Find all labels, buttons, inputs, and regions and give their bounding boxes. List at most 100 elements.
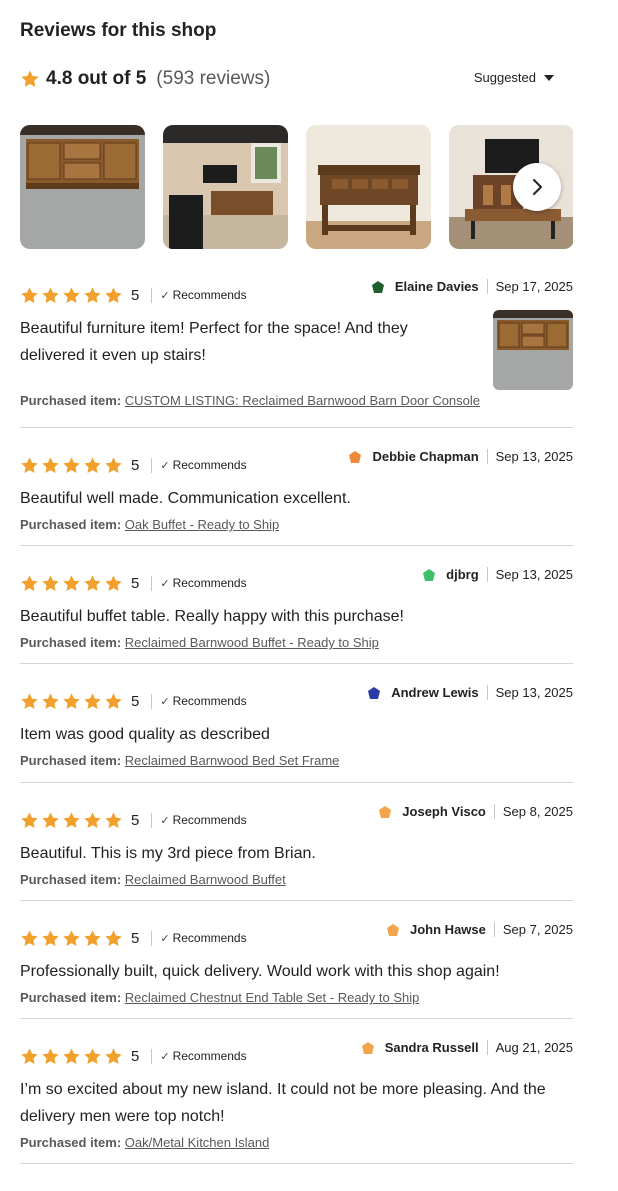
recommends-badge: ✓ Recommends bbox=[160, 1049, 246, 1063]
review-text: Professionally built, quick delivery. Wo… bbox=[20, 963, 500, 980]
reviewer-name[interactable]: Debbie Chapman bbox=[372, 449, 478, 464]
divider bbox=[486, 567, 488, 582]
review-item: 5 ✓ Recommends djbrg Sep 13, 2025 Beauti… bbox=[20, 567, 573, 664]
review-date: Sep 7, 2025 bbox=[502, 922, 573, 937]
star-rating bbox=[20, 811, 123, 830]
living-room-photo[interactable] bbox=[163, 125, 288, 249]
star-value: 5 bbox=[131, 1047, 140, 1065]
star-icon bbox=[62, 692, 81, 711]
divider bbox=[151, 693, 153, 709]
check-icon: ✓ bbox=[160, 1050, 170, 1063]
review-item: 5 ✓ Recommends Elaine Davies Sep 17, 202… bbox=[20, 279, 573, 428]
star-rating bbox=[20, 574, 123, 593]
reviewer-info: Debbie Chapman Sep 13, 2025 bbox=[348, 449, 573, 464]
check-icon: ✓ bbox=[160, 695, 170, 708]
reviewer-name[interactable]: John Hawse bbox=[410, 922, 486, 937]
review-header: 5 ✓ Recommends djbrg Sep 13, 2025 bbox=[20, 567, 573, 594]
star-icon bbox=[41, 574, 60, 593]
review-date: Sep 17, 2025 bbox=[495, 279, 573, 294]
page-title: Reviews for this shop bbox=[20, 20, 217, 41]
review-date: Sep 13, 2025 bbox=[495, 449, 573, 464]
star-icon bbox=[104, 286, 123, 305]
reviewer-name[interactable]: djbrg bbox=[446, 567, 479, 582]
review-photo[interactable] bbox=[493, 310, 573, 390]
recommends-label: Recommends bbox=[172, 458, 247, 472]
star-icon bbox=[41, 811, 60, 830]
purchased-item-link[interactable]: Reclaimed Chestnut End Table Set - Ready… bbox=[125, 990, 420, 1005]
sort-label: Suggested bbox=[473, 70, 536, 85]
avatar[interactable] bbox=[422, 568, 436, 582]
purchased-label: Purchased item: bbox=[20, 393, 122, 408]
purchased-label: Purchased item: bbox=[20, 635, 122, 650]
chevron-right-icon bbox=[533, 179, 542, 195]
review-item: 5 ✓ Recommends Debbie Chapman Sep 13, 20… bbox=[20, 449, 573, 546]
recommends-label: Recommends bbox=[172, 694, 247, 708]
reviewer-name[interactable]: Andrew Lewis bbox=[391, 685, 478, 700]
recommends-badge: ✓ Recommends bbox=[160, 931, 246, 945]
purchased-item-link[interactable]: Oak/Metal Kitchen Island bbox=[125, 1135, 270, 1150]
purchased-item-link[interactable]: Reclaimed Barnwood Bed Set Frame bbox=[125, 753, 340, 768]
recommends-label: Recommends bbox=[172, 813, 247, 827]
review-item: 5 ✓ Recommends John Hawse Sep 7, 2025 Pr… bbox=[20, 922, 573, 1019]
reviewer-name[interactable]: Sandra Russell bbox=[385, 1040, 479, 1055]
review-item: 5 ✓ Recommends Joseph Visco Sep 8, 2025 … bbox=[20, 804, 573, 901]
star-icon bbox=[104, 811, 123, 830]
purchased-item-link[interactable]: Reclaimed Barnwood Buffet bbox=[125, 872, 286, 887]
avatar[interactable] bbox=[361, 1041, 375, 1055]
purchased-label: Purchased item: bbox=[20, 517, 122, 532]
purchased-label: Purchased item: bbox=[20, 990, 122, 1005]
star-icon bbox=[62, 286, 81, 305]
recommends-badge: ✓ Recommends bbox=[160, 694, 246, 708]
recommends-label: Recommends bbox=[172, 576, 247, 590]
avatar[interactable] bbox=[367, 686, 381, 700]
purchased-item-link[interactable]: Reclaimed Barnwood Buffet - Ready to Shi… bbox=[125, 635, 379, 650]
review-date: Sep 13, 2025 bbox=[495, 567, 573, 582]
reviewer-info: djbrg Sep 13, 2025 bbox=[422, 567, 573, 582]
divider bbox=[493, 804, 495, 819]
review-date: Sep 13, 2025 bbox=[495, 685, 573, 700]
star-icon bbox=[20, 1047, 39, 1066]
star-icon bbox=[83, 1047, 102, 1066]
reviewer-info: Joseph Visco Sep 8, 2025 bbox=[378, 804, 573, 819]
sort-dropdown[interactable]: Suggested bbox=[474, 70, 554, 85]
star-icon bbox=[20, 456, 39, 475]
reviewer-name[interactable]: Elaine Davies bbox=[395, 279, 479, 294]
table-photo[interactable] bbox=[306, 125, 431, 249]
reviewer-info: Sandra Russell Aug 21, 2025 bbox=[361, 1040, 573, 1055]
next-photos-button[interactable] bbox=[513, 163, 561, 211]
star-icon bbox=[62, 929, 81, 948]
star-rating bbox=[20, 286, 123, 305]
purchased-item: Purchased item: Reclaimed Barnwood Buffe… bbox=[20, 635, 573, 650]
divider bbox=[486, 449, 488, 464]
avatar[interactable] bbox=[386, 923, 400, 937]
review-header: 5 ✓ Recommends Sandra Russell Aug 21, 20… bbox=[20, 1040, 573, 1067]
star-icon bbox=[62, 811, 81, 830]
divider bbox=[486, 279, 488, 294]
reviewer-info: Andrew Lewis Sep 13, 2025 bbox=[367, 685, 573, 700]
purchased-item-link[interactable]: CUSTOM LISTING: Reclaimed Barnwood Barn … bbox=[125, 393, 480, 408]
star-icon bbox=[83, 929, 102, 948]
review-date: Aug 21, 2025 bbox=[495, 1040, 573, 1055]
star-value: 5 bbox=[131, 286, 140, 304]
review-header: 5 ✓ Recommends Joseph Visco Sep 8, 2025 bbox=[20, 804, 573, 831]
avatar[interactable] bbox=[348, 450, 362, 464]
review-header: 5 ✓ Recommends Andrew Lewis Sep 13, 2025 bbox=[20, 685, 573, 712]
star-icon bbox=[41, 929, 60, 948]
review-text: Beautiful well made. Communication excel… bbox=[20, 490, 351, 507]
divider bbox=[151, 457, 153, 473]
star-icon bbox=[83, 692, 102, 711]
review-header: 5 ✓ Recommends Elaine Davies Sep 17, 202… bbox=[20, 279, 573, 306]
check-icon: ✓ bbox=[160, 459, 170, 472]
reviewer-name[interactable]: Joseph Visco bbox=[402, 804, 486, 819]
recommends-label: Recommends bbox=[172, 288, 247, 302]
star-icon bbox=[83, 456, 102, 475]
avatar[interactable] bbox=[378, 805, 392, 819]
purchased-item-link[interactable]: Oak Buffet - Ready to Ship bbox=[125, 517, 279, 532]
console-photo[interactable] bbox=[20, 125, 145, 249]
review-photos-carousel bbox=[20, 125, 573, 249]
caret-down-icon bbox=[544, 74, 554, 81]
purchased-item: Purchased item: Reclaimed Barnwood Bed S… bbox=[20, 753, 573, 768]
avatar[interactable] bbox=[371, 280, 385, 294]
review-item: 5 ✓ Recommends Sandra Russell Aug 21, 20… bbox=[20, 1040, 573, 1164]
star-value: 5 bbox=[131, 811, 140, 829]
